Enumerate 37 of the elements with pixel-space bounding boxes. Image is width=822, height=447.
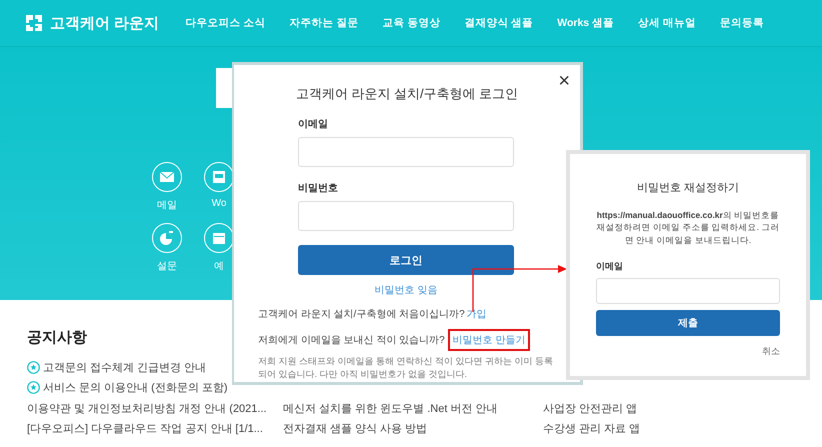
nav-link[interactable]: 자주하는 질문 (277, 16, 370, 30)
cancel-link[interactable]: 취소 (762, 344, 780, 358)
shortcut-label[interactable]: 설문 (157, 259, 177, 273)
signup-prompt: 고객케어 라운지 설치/구축형에 처음이십니까? (258, 308, 465, 321)
shortcut-label[interactable]: 예 (214, 259, 224, 273)
notice-link[interactable]: [다우오피스] 다우클라우드 작업 공지 안내 [1/1... (27, 421, 263, 436)
notice-link[interactable]: 서비스 문의 이용안내 (전화문의 포함) (43, 380, 228, 396)
nav-link[interactable]: 문의등록 (708, 16, 776, 30)
field-label: 이메일 (596, 260, 624, 273)
nav-link[interactable]: 교육 동영상 (370, 16, 452, 30)
signup-link[interactable]: 가입 (466, 307, 487, 321)
submit-button[interactable]: 제출 (596, 310, 780, 336)
dialog-title: 비밀번호 재설정하기 (636, 181, 740, 195)
nav-link[interactable]: 결재양식 샘플 (452, 16, 546, 30)
notice-link[interactable]: 이용약관 및 개인정보처리방침 개정 안내 (2021... (27, 400, 267, 416)
close-button[interactable]: × (558, 71, 570, 91)
field-label: 이메일 (298, 118, 329, 131)
login-button[interactable]: 로그인 (298, 245, 514, 275)
notice-link[interactable]: 메신저 설치를 위한 윈도우별 .Net 버전 안내 (283, 400, 498, 416)
nav-link[interactable]: 상세 매뉴얼 (626, 16, 708, 30)
dialog-title: 고객케어 라운지 설치/구축형에 로그인 (294, 85, 520, 103)
shortcut-label[interactable]: Wo (212, 198, 226, 209)
notice-link[interactable]: 고객문의 접수체계 긴급변경 안내 (43, 360, 206, 375)
instruction-text: https://manual.daouoffice.co.kr의 비밀번호를 재설정하려면 이메일 주소를 입력하세요. 그러면 안내 이메일을 보내드립니다. (596, 209, 780, 246)
nav-link[interactable]: Works 샘플 (545, 16, 626, 30)
create-password-prompt: 저희에게 이메일을 보내신 적이 있습니까? (258, 334, 445, 347)
notice-link[interactable]: 전자결재 샘플 양식 사용 방법 (283, 421, 428, 436)
nav-link[interactable]: 다우오피스 소식 (174, 16, 278, 30)
create-password-link[interactable]: 비밀번호 만들기 (452, 335, 526, 346)
info-text: 저희 지원 스태프와 이메일을 통해 연락하신 적이 있다면 귀하는 이미 등록되어 있습니다. 다만 아직 비밀번호가 없을 것입니다. (258, 355, 554, 380)
notice-link[interactable]: 수강생 관리 자료 앱 (543, 421, 640, 436)
field-label: 비밀번호 (298, 182, 339, 195)
logo-text[interactable]: 고객케어 라운지 (50, 14, 160, 32)
notice-link[interactable]: 사업장 안전관리 앱 (543, 400, 638, 416)
section-title: 공지사항 (27, 328, 87, 347)
shortcut-label[interactable]: 메일 (157, 198, 177, 212)
forgot-password-link[interactable]: 비밀번호 잊음 (374, 283, 438, 297)
